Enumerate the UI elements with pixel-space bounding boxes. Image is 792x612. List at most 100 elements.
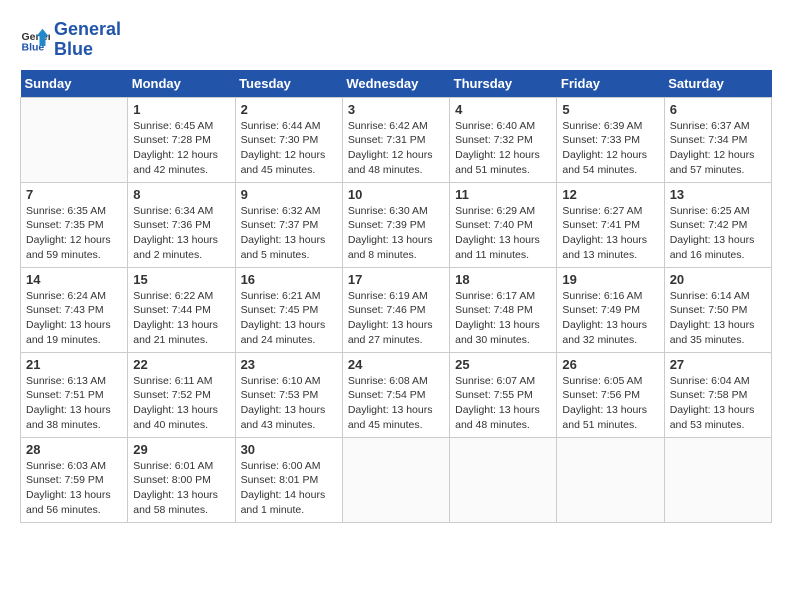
day-number: 21 [26,357,122,372]
column-header-wednesday: Wednesday [342,70,449,98]
calendar-cell: 24 Sunrise: 6:08 AMSunset: 7:54 PMDayligh… [342,352,449,437]
day-info: Sunrise: 6:42 AMSunset: 7:31 PMDaylight:… [348,119,444,178]
calendar-table: SundayMondayTuesdayWednesdayThursdayFrid… [20,70,772,523]
calendar-cell: 30 Sunrise: 6:00 AMSunset: 8:01 PMDayligh… [235,437,342,522]
day-info: Sunrise: 6:21 AMSunset: 7:45 PMDaylight:… [241,289,337,348]
calendar-cell [557,437,664,522]
day-info: Sunrise: 6:44 AMSunset: 7:30 PMDaylight:… [241,119,337,178]
day-info: Sunrise: 6:05 AMSunset: 7:56 PMDaylight:… [562,374,658,433]
column-header-tuesday: Tuesday [235,70,342,98]
calendar-cell: 9 Sunrise: 6:32 AMSunset: 7:37 PMDaylight… [235,182,342,267]
logo-icon: General Blue [20,25,50,55]
day-number: 3 [348,102,444,117]
day-number: 2 [241,102,337,117]
day-info: Sunrise: 6:00 AMSunset: 8:01 PMDaylight:… [241,459,337,518]
day-info: Sunrise: 6:29 AMSunset: 7:40 PMDaylight:… [455,204,551,263]
week-row-4: 21 Sunrise: 6:13 AMSunset: 7:51 PMDayligh… [21,352,772,437]
day-info: Sunrise: 6:01 AMSunset: 8:00 PMDaylight:… [133,459,229,518]
calendar-cell: 4 Sunrise: 6:40 AMSunset: 7:32 PMDaylight… [450,97,557,182]
day-info: Sunrise: 6:32 AMSunset: 7:37 PMDaylight:… [241,204,337,263]
day-number: 7 [26,187,122,202]
header-row: SundayMondayTuesdayWednesdayThursdayFrid… [21,70,772,98]
day-number: 27 [670,357,766,372]
day-info: Sunrise: 6:34 AMSunset: 7:36 PMDaylight:… [133,204,229,263]
day-info: Sunrise: 6:19 AMSunset: 7:46 PMDaylight:… [348,289,444,348]
day-info: Sunrise: 6:30 AMSunset: 7:39 PMDaylight:… [348,204,444,263]
day-info: Sunrise: 6:35 AMSunset: 7:35 PMDaylight:… [26,204,122,263]
calendar-cell: 6 Sunrise: 6:37 AMSunset: 7:34 PMDaylight… [664,97,771,182]
week-row-1: 1 Sunrise: 6:45 AMSunset: 7:28 PMDaylight… [21,97,772,182]
day-info: Sunrise: 6:40 AMSunset: 7:32 PMDaylight:… [455,119,551,178]
calendar-cell: 10 Sunrise: 6:30 AMSunset: 7:39 PMDayligh… [342,182,449,267]
page-header: General Blue General Blue [20,20,772,60]
day-info: Sunrise: 6:08 AMSunset: 7:54 PMDaylight:… [348,374,444,433]
day-info: Sunrise: 6:16 AMSunset: 7:49 PMDaylight:… [562,289,658,348]
day-info: Sunrise: 6:22 AMSunset: 7:44 PMDaylight:… [133,289,229,348]
day-info: Sunrise: 6:39 AMSunset: 7:33 PMDaylight:… [562,119,658,178]
week-row-3: 14Sunrise: 6:24 AMSunset: 7:43 PMDayligh… [21,267,772,352]
day-number: 11 [455,187,551,202]
calendar-cell: 7 Sunrise: 6:35 AMSunset: 7:35 PMDaylight… [21,182,128,267]
calendar-cell: 28 Sunrise: 6:03 AMSunset: 7:59 PMDayligh… [21,437,128,522]
calendar-cell: 20Sunrise: 6:14 AMSunset: 7:50 PMDayligh… [664,267,771,352]
day-number: 6 [670,102,766,117]
calendar-cell: 29 Sunrise: 6:01 AMSunset: 8:00 PMDayligh… [128,437,235,522]
calendar-cell: 17 Sunrise: 6:19 AMSunset: 7:46 PMDayligh… [342,267,449,352]
calendar-cell [21,97,128,182]
column-header-saturday: Saturday [664,70,771,98]
day-number: 5 [562,102,658,117]
column-header-sunday: Sunday [21,70,128,98]
day-number: 10 [348,187,444,202]
day-info: Sunrise: 6:27 AMSunset: 7:41 PMDaylight:… [562,204,658,263]
logo-text: General Blue [54,20,121,60]
calendar-cell: 25 Sunrise: 6:07 AMSunset: 7:55 PMDayligh… [450,352,557,437]
day-number: 4 [455,102,551,117]
column-header-friday: Friday [557,70,664,98]
day-number: 16 [241,272,337,287]
day-number: 1 [133,102,229,117]
calendar-cell: 21 Sunrise: 6:13 AMSunset: 7:51 PMDayligh… [21,352,128,437]
day-number: 20 [670,272,766,287]
day-number: 30 [241,442,337,457]
day-number: 26 [562,357,658,372]
day-number: 28 [26,442,122,457]
calendar-cell: 12Sunrise: 6:27 AMSunset: 7:41 PMDayligh… [557,182,664,267]
calendar-cell: 27 Sunrise: 6:04 AMSunset: 7:58 PMDayligh… [664,352,771,437]
day-number: 25 [455,357,551,372]
day-number: 17 [348,272,444,287]
calendar-cell [450,437,557,522]
day-info: Sunrise: 6:11 AMSunset: 7:52 PMDaylight:… [133,374,229,433]
day-number: 29 [133,442,229,457]
calendar-cell: 1 Sunrise: 6:45 AMSunset: 7:28 PMDaylight… [128,97,235,182]
calendar-cell: 19 Sunrise: 6:16 AMSunset: 7:49 PMDayligh… [557,267,664,352]
day-number: 8 [133,187,229,202]
day-number: 9 [241,187,337,202]
week-row-2: 7 Sunrise: 6:35 AMSunset: 7:35 PMDaylight… [21,182,772,267]
calendar-cell: 8 Sunrise: 6:34 AMSunset: 7:36 PMDaylight… [128,182,235,267]
logo: General Blue General Blue [20,20,121,60]
calendar-cell: 18 Sunrise: 6:17 AMSunset: 7:48 PMDayligh… [450,267,557,352]
day-info: Sunrise: 6:24 AMSunset: 7:43 PMDaylight:… [26,289,122,348]
day-info: Sunrise: 6:07 AMSunset: 7:55 PMDaylight:… [455,374,551,433]
day-info: Sunrise: 6:45 AMSunset: 7:28 PMDaylight:… [133,119,229,178]
calendar-cell [664,437,771,522]
day-info: Sunrise: 6:13 AMSunset: 7:51 PMDaylight:… [26,374,122,433]
day-number: 15 [133,272,229,287]
calendar-cell: 22Sunrise: 6:11 AMSunset: 7:52 PMDayligh… [128,352,235,437]
day-info: Sunrise: 6:37 AMSunset: 7:34 PMDaylight:… [670,119,766,178]
day-number: 18 [455,272,551,287]
calendar-cell: 2 Sunrise: 6:44 AMSunset: 7:30 PMDaylight… [235,97,342,182]
column-header-thursday: Thursday [450,70,557,98]
calendar-cell: 5 Sunrise: 6:39 AMSunset: 7:33 PMDaylight… [557,97,664,182]
day-info: Sunrise: 6:17 AMSunset: 7:48 PMDaylight:… [455,289,551,348]
week-row-5: 28 Sunrise: 6:03 AMSunset: 7:59 PMDayligh… [21,437,772,522]
calendar-cell: 26 Sunrise: 6:05 AMSunset: 7:56 PMDayligh… [557,352,664,437]
day-number: 13 [670,187,766,202]
calendar-cell: 15 Sunrise: 6:22 AMSunset: 7:44 PMDayligh… [128,267,235,352]
calendar-cell: 11 Sunrise: 6:29 AMSunset: 7:40 PMDayligh… [450,182,557,267]
day-number: 24 [348,357,444,372]
day-number: 23 [241,357,337,372]
day-info: Sunrise: 6:04 AMSunset: 7:58 PMDaylight:… [670,374,766,433]
day-info: Sunrise: 6:03 AMSunset: 7:59 PMDaylight:… [26,459,122,518]
day-number: 19 [562,272,658,287]
